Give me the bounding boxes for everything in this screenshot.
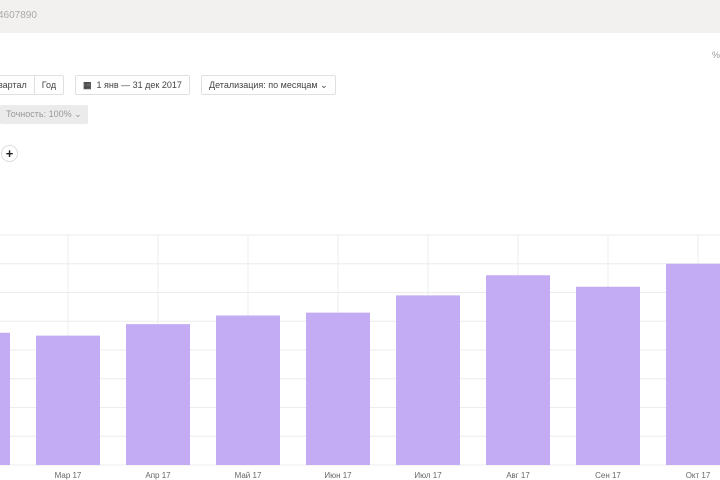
bar bbox=[126, 324, 190, 465]
bar bbox=[36, 335, 100, 465]
x-tick-label: Окт 17 bbox=[686, 471, 711, 480]
bar bbox=[396, 295, 460, 465]
x-tick-label: Июл 17 bbox=[414, 471, 442, 480]
x-tick-label: Апр 17 bbox=[145, 471, 171, 480]
x-tick-label: Июн 17 bbox=[324, 471, 352, 480]
bar bbox=[576, 286, 640, 465]
x-tick-label: Сен 17 bbox=[595, 471, 621, 480]
x-tick-label: Май 17 bbox=[235, 471, 262, 480]
bar bbox=[0, 332, 10, 465]
bar bbox=[306, 312, 370, 465]
bar bbox=[216, 315, 280, 465]
x-tick-label: Авг 17 bbox=[506, 471, 530, 480]
bar-chart: Мар 17 Апр 17 Май 17 Июн 17 Июл 17 Авг 17 Сен … bbox=[0, 234, 720, 480]
bar bbox=[486, 275, 550, 465]
x-tick-label: Мар 17 bbox=[55, 471, 82, 480]
bar bbox=[666, 263, 720, 465]
